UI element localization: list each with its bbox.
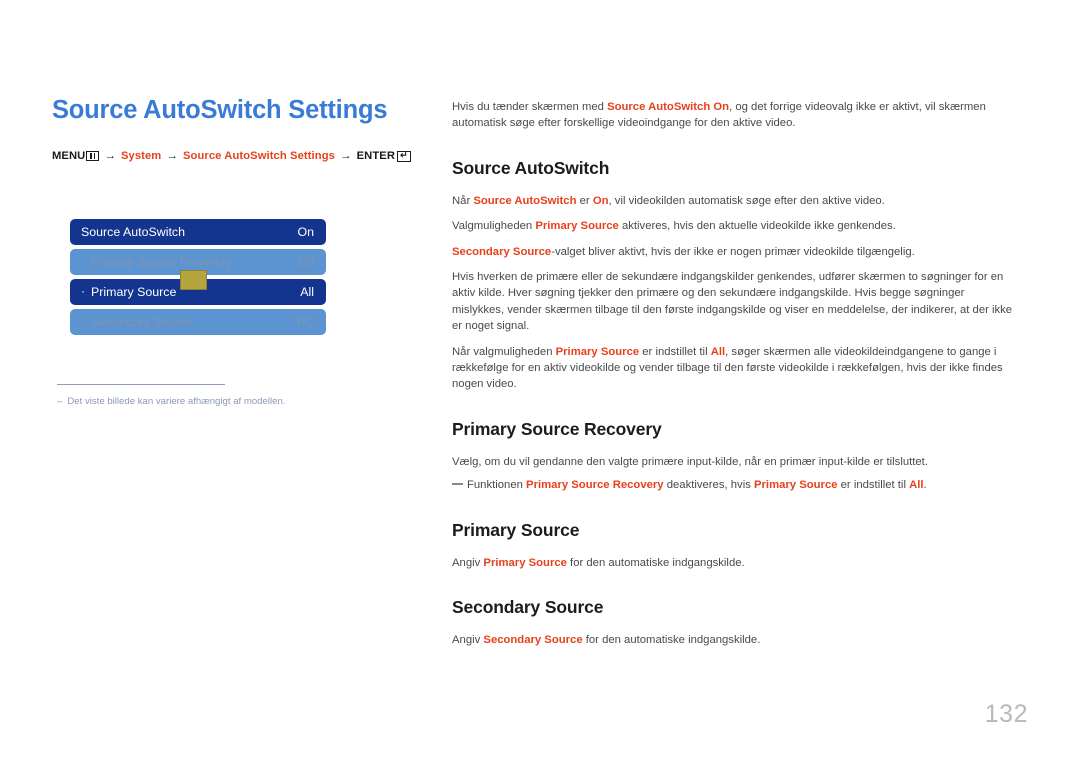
ss-p1-b: for den automatiske indgangskilde.: [582, 634, 761, 647]
osd-preview-panel: Source AutoSwitch On · Primary Source Re…: [70, 219, 326, 339]
psr-note-kw3: All: [909, 479, 924, 492]
psr-paragraph-1: Vælg, om du vil gendanne den valgte prim…: [452, 455, 928, 468]
osd-bullet-primary-source-recovery: ·: [81, 254, 85, 268]
footnote-block: – Det viste billede kan variere afhængigt…: [57, 384, 387, 407]
osd-value-secondary-source: PC: [296, 315, 314, 329]
breadcrumb-arrow-3: →: [339, 150, 352, 163]
sa-paragraph-3: Secondary Source-valget bliver aktivt, h…: [452, 244, 1017, 260]
heading-primary-source-recovery: Primary Source Recovery: [452, 418, 662, 439]
breadcrumb-enter-label: ENTER: [356, 150, 395, 163]
sa-paragraph-4: Hvis hverken de primære eller de sekundæ…: [452, 271, 1013, 333]
sa-p5-a: Når valgmuligheden: [452, 345, 556, 358]
enter-return-icon: ↵: [397, 150, 411, 162]
section-secondary-source: Secondary Source Angiv Secondary Source …: [452, 597, 1017, 648]
heading-source-autoswitch: Source AutoSwitch: [452, 157, 610, 178]
sa-p1-b: er: [576, 194, 593, 207]
osd-row-secondary-source[interactable]: · Secondary Source PC: [70, 309, 326, 335]
sa-p2-b: aktiveres, hvis den aktuelle videokilde …: [618, 220, 896, 233]
osd-row-primary-source[interactable]: · Primary Source All: [70, 270, 326, 305]
menu-grid-icon: [86, 151, 100, 162]
psr-note-d: .: [923, 479, 927, 492]
enter-return-glyph: ↵: [400, 150, 408, 161]
osd-label-source-autoswitch: Source AutoSwitch: [81, 225, 186, 239]
osd-cursor-highlight: [180, 270, 207, 290]
osd-value-primary-source-recovery: Off: [297, 255, 314, 269]
sa-p2-kw: Primary Source: [535, 220, 619, 233]
sa-p1-a: Når: [452, 194, 474, 207]
intro-paragraph: Hvis du tænder skærmen med Source AutoSw…: [452, 99, 1017, 132]
psr-note-text: Funktionen Primary Source Recovery deakt…: [467, 477, 927, 493]
ss-p1-kw: Secondary Source: [483, 634, 583, 647]
footnote-body: Det viste billede kan variere afhængigt …: [67, 396, 286, 407]
osd-label-secondary-source: Secondary Source: [91, 315, 193, 329]
footnote-dash: –: [57, 396, 63, 407]
breadcrumb-arrow-1: →: [104, 150, 116, 163]
footnote-text: – Det viste billede kan variere afhængigt…: [57, 396, 387, 407]
psr-note-b: deaktiveres, hvis: [663, 479, 754, 492]
breadcrumb: MENU → System → Source AutoSwitch Settin…: [52, 150, 422, 162]
sa-p5-b: er indstillet til: [639, 345, 711, 358]
section-primary-source-recovery: Primary Source Recovery Vælg, om du vil …: [452, 419, 1017, 494]
ss-paragraph-1: Angiv Secondary Source for den automatis…: [452, 632, 1017, 648]
sa-paragraph-2: Valgmuligheden Primary Source aktiveres,…: [452, 218, 1017, 234]
page-number: 132: [984, 700, 1028, 728]
right-column: Hvis du tænder skærmen med Source AutoSw…: [452, 99, 1017, 649]
osd-bullet-secondary-source: ·: [81, 314, 85, 328]
heading-secondary-source: Secondary Source: [452, 597, 604, 618]
breadcrumb-system: System: [120, 150, 162, 163]
psr-note-kw2: Primary Source: [754, 479, 838, 492]
sa-p5-kw1: Primary Source: [555, 345, 640, 358]
psr-note-c: er indstillet til: [837, 479, 910, 492]
psr-note: Funktionen Primary Source Recovery deakt…: [452, 477, 1017, 493]
ps-p1-a: Angiv: [452, 556, 484, 569]
osd-label-primary-source-recovery: Primary Source Recovery: [91, 255, 233, 269]
sa-p3-b: -valget bliver aktivt, hvis der ikke er …: [551, 245, 915, 258]
ps-paragraph-1: Angiv Primary Source for den automatiske…: [452, 555, 1017, 571]
osd-bullet-primary-source: ·: [81, 284, 85, 298]
footnote-divider: [57, 384, 225, 385]
breadcrumb-menu-label: MENU: [52, 150, 86, 163]
sa-paragraph-5: Når valgmuligheden Primary Source er ind…: [452, 344, 1017, 393]
section-primary-source: Primary Source Angiv Primary Source for …: [452, 520, 1017, 571]
left-column: Source AutoSwitch Settings MENU → System…: [52, 96, 422, 162]
psr-note-a: Funktionen: [467, 479, 527, 492]
sa-p5-kw2: All: [710, 345, 726, 358]
heading-primary-source: Primary Source: [452, 519, 580, 540]
sa-p1-kw1: Source AutoSwitch: [473, 194, 577, 207]
sa-paragraph-1: Når Source AutoSwitch er On, vil videoki…: [452, 193, 1017, 209]
section-source-autoswitch: Source AutoSwitch Når Source AutoSwitch …: [452, 158, 1017, 393]
intro-keyword: Source AutoSwitch On: [607, 101, 730, 113]
ps-p1-b: for den automatiske indgangskilde.: [566, 556, 745, 569]
note-dash-icon: [452, 483, 463, 485]
psr-note-kw1: Primary Source Recovery: [526, 479, 664, 492]
ps-p1-kw: Primary Source: [483, 556, 567, 569]
ss-p1-a: Angiv: [452, 634, 484, 647]
osd-value-source-autoswitch: On: [297, 225, 314, 239]
osd-value-primary-source: All: [300, 285, 314, 299]
breadcrumb-arrow-2: →: [166, 150, 178, 163]
sa-p3-kw: Secondary Source: [452, 245, 552, 258]
osd-row-source-autoswitch[interactable]: Source AutoSwitch On: [70, 219, 326, 245]
intro-text-a: Hvis du tænder skærmen med: [452, 101, 608, 113]
sa-p1-c: , vil videokilden automatisk søge efter …: [608, 194, 885, 207]
sa-p2-a: Valgmuligheden: [452, 220, 536, 233]
breadcrumb-settings: Source AutoSwitch Settings: [182, 150, 335, 163]
sa-p1-kw2: On: [592, 194, 609, 207]
page-title: Source AutoSwitch Settings: [52, 96, 388, 124]
